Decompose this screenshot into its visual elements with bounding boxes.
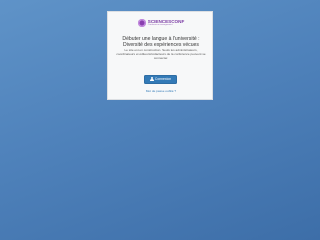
logo-mark-icon [137,19,146,27]
login-button-label: Connexion [154,77,172,81]
login-card: SCIENCESCONF Conference management Début… [107,11,213,100]
login-button[interactable]: Connexion [144,75,177,84]
user-icon [149,77,154,82]
logo-sub-text: Conference management [147,24,173,27]
sciencesconf-logo: SCIENCESCONF Conference management [136,16,186,30]
forgot-password-link[interactable]: Mot de passe oublié ? [138,89,184,93]
construction-notice: Le site est en construction. Seuls les a… [116,48,206,60]
page-title: Débuter une langue à l'université : Dive… [122,36,200,48]
